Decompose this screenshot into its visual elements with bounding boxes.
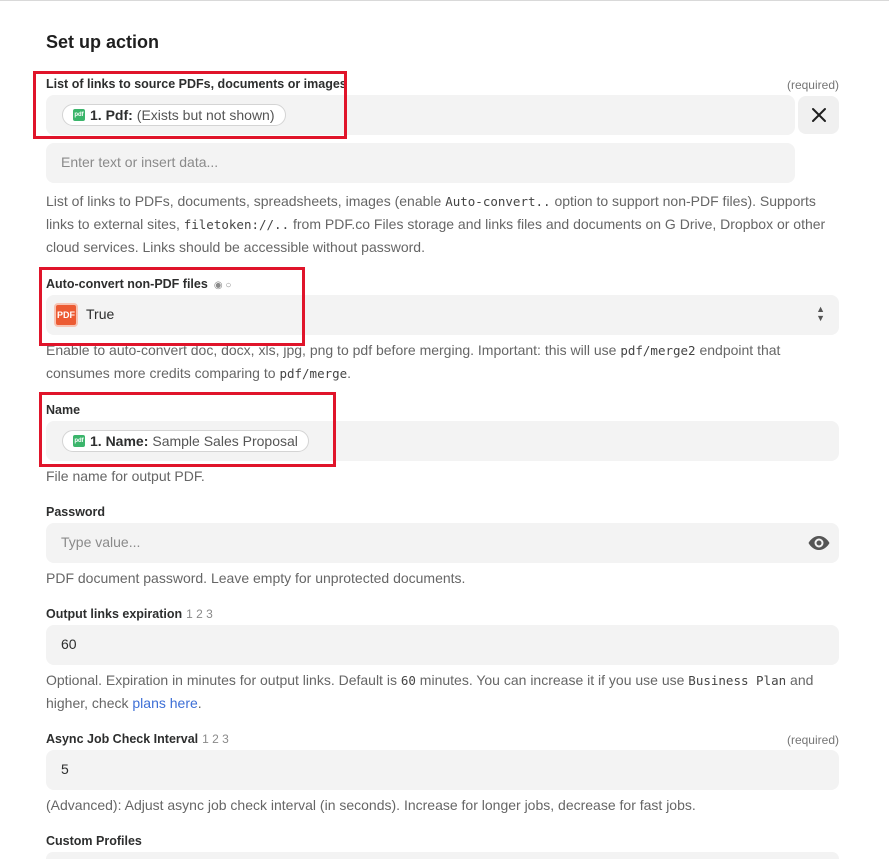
help-code: pdf/merge2 — [620, 343, 696, 358]
expiration-help: Optional. Expiration in minutes for outp… — [46, 669, 846, 715]
password-placeholder: Type value... — [61, 534, 141, 550]
source-links-placeholder: Enter text or insert data... — [61, 154, 219, 170]
close-icon — [811, 108, 826, 122]
page-title: Set up action — [46, 32, 160, 52]
help-code: 60 — [400, 673, 416, 688]
help-code: Business Plan — [688, 673, 787, 688]
help-code: pdf/merge — [279, 366, 348, 381]
highlight-box-source-links — [33, 71, 347, 139]
help-code: Auto-convert.. — [445, 194, 551, 209]
custom-profiles-label: Custom Profiles — [46, 834, 142, 848]
top-divider — [0, 0, 889, 1]
plans-link[interactable]: plans here — [132, 695, 197, 711]
password-label: Password — [46, 505, 106, 519]
help-code: filetoken://.. — [183, 217, 290, 232]
help-text: minutes. You can increase it if you use … — [415, 672, 689, 688]
help-text: . — [197, 695, 202, 711]
help-text: List of links to PDFs, documents, spread… — [46, 193, 446, 209]
async-interval-value: 5 — [61, 761, 69, 777]
password-help: PDF document password. Leave empty for u… — [46, 570, 466, 586]
async-interval-required: (required) — [786, 733, 839, 747]
select-arrows-icon: ▲ ▼ — [816, 304, 825, 323]
password-input[interactable]: Type value... — [46, 523, 839, 563]
custom-profiles-input[interactable] — [46, 852, 839, 859]
help-text: Optional. Expiration in minutes for outp… — [46, 672, 401, 688]
expiration-label-text: Output links expiration — [46, 607, 183, 621]
source-links-help: List of links to PDFs, documents, spread… — [46, 190, 846, 259]
highlight-box-auto-convert — [39, 267, 305, 346]
highlight-box-name — [39, 392, 336, 467]
source-links-add-input[interactable]: Enter text or insert data... — [46, 143, 795, 183]
name-help: File name for output PDF. — [46, 468, 205, 484]
help-text: . — [347, 365, 352, 381]
expiration-value: 60 — [61, 636, 77, 652]
async-interval-help: (Advanced): Adjust async job check inter… — [46, 797, 696, 813]
field-type-icon: 1 2 3 — [186, 607, 213, 621]
eye-icon[interactable] — [807, 531, 831, 555]
async-interval-label-text: Async Job Check Interval — [46, 732, 199, 746]
expiration-label: Output links expiration 1 2 3 — [46, 607, 213, 621]
source-links-required: (required) — [786, 78, 839, 92]
field-type-icon: 1 2 3 — [202, 732, 229, 746]
remove-item-button[interactable] — [798, 96, 839, 134]
async-interval-input[interactable]: 5 — [46, 750, 839, 790]
expiration-input[interactable]: 60 — [46, 625, 839, 665]
async-interval-label: Async Job Check Interval 1 2 3 — [46, 732, 229, 746]
